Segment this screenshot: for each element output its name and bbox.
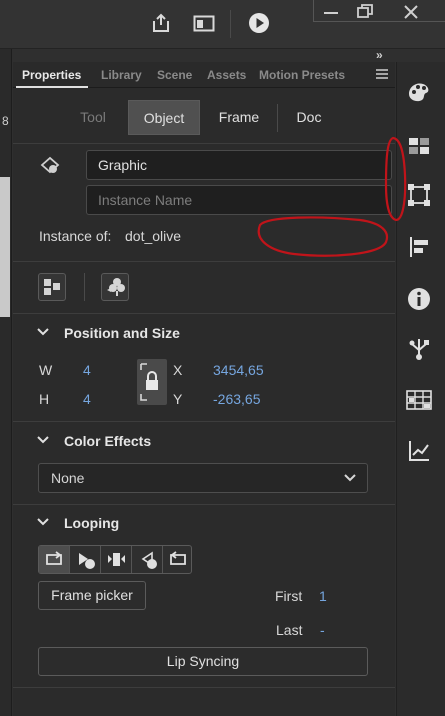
active-tab-indicator bbox=[16, 86, 88, 88]
section-divider bbox=[13, 687, 395, 688]
play-once-icon bbox=[79, 553, 95, 569]
play-once-button[interactable] bbox=[70, 546, 101, 573]
edit-symbol-button[interactable] bbox=[101, 273, 129, 301]
chart-icon[interactable] bbox=[405, 437, 433, 465]
chevron-down-icon bbox=[344, 474, 356, 482]
icon-separator bbox=[84, 273, 85, 301]
symbol-library-icon bbox=[107, 278, 125, 296]
tab-library[interactable]: Library bbox=[101, 68, 142, 82]
collapse-panels-icon[interactable]: » bbox=[376, 48, 383, 62]
last-frame-value[interactable]: - bbox=[320, 622, 325, 638]
swap-icon bbox=[44, 279, 60, 295]
loop-reverse-button[interactable] bbox=[163, 546, 194, 573]
hamburger-icon[interactable] bbox=[376, 69, 388, 79]
frame-picker-button[interactable]: Frame picker bbox=[38, 581, 146, 610]
minimize-icon[interactable] bbox=[322, 5, 340, 19]
chevron-down-icon[interactable] bbox=[36, 516, 50, 528]
first-frame-label: First bbox=[275, 588, 303, 604]
share-icon[interactable] bbox=[150, 12, 172, 34]
first-frame-value[interactable]: 1 bbox=[319, 588, 327, 604]
chevron-down-icon[interactable] bbox=[36, 326, 50, 338]
tab-assets[interactable]: Assets bbox=[207, 68, 246, 82]
frames-icon[interactable] bbox=[405, 386, 433, 414]
x-label: X bbox=[173, 362, 183, 378]
height-value[interactable]: 4 bbox=[83, 391, 91, 407]
lip-syncing-button[interactable]: Lip Syncing bbox=[38, 647, 368, 676]
graphic-symbol-icon bbox=[40, 156, 60, 174]
tab-scene[interactable]: Scene bbox=[157, 68, 192, 82]
info-icon[interactable] bbox=[405, 285, 433, 313]
section-divider bbox=[13, 421, 395, 422]
section-divider bbox=[13, 313, 395, 314]
swap-symbol-button[interactable] bbox=[38, 273, 66, 301]
restore-icon[interactable] bbox=[356, 3, 374, 19]
play-once-reverse-icon bbox=[141, 551, 157, 569]
toolbar-separator bbox=[230, 10, 231, 38]
y-label: Y bbox=[173, 391, 183, 407]
color-effect-value: None bbox=[51, 470, 85, 486]
annotation-marks bbox=[257, 136, 407, 257]
stage-edge-highlight bbox=[0, 177, 10, 317]
loop-button[interactable] bbox=[39, 546, 70, 573]
panel-toggle-icon[interactable] bbox=[193, 15, 215, 33]
lock-proportions-icon[interactable] bbox=[136, 358, 168, 406]
section-divider bbox=[13, 504, 395, 505]
chevron-down-icon[interactable] bbox=[36, 434, 50, 446]
single-frame-button[interactable] bbox=[101, 546, 132, 573]
last-frame-label: Last bbox=[276, 622, 303, 638]
stage-edge bbox=[0, 49, 12, 716]
close-icon[interactable] bbox=[403, 4, 419, 20]
height-label: H bbox=[39, 391, 50, 407]
segment-object[interactable]: Object bbox=[128, 100, 200, 135]
y-value[interactable]: -263,65 bbox=[213, 391, 260, 407]
ruler-number: 8 bbox=[2, 114, 9, 128]
segment-tool: Tool bbox=[80, 109, 106, 125]
loop-icon bbox=[46, 551, 62, 565]
section-title-looping[interactable]: Looping bbox=[64, 515, 119, 531]
tab-motion-presets[interactable]: Motion Presets bbox=[259, 68, 345, 82]
loop-mode-group bbox=[38, 545, 192, 574]
component-icon[interactable] bbox=[405, 335, 433, 363]
instance-of-label: Instance of: bbox=[39, 228, 112, 244]
loop-reverse-icon bbox=[170, 551, 186, 565]
color-effect-select[interactable]: None bbox=[38, 463, 368, 493]
palette-icon[interactable] bbox=[405, 78, 433, 106]
width-label: W bbox=[39, 362, 53, 378]
play-icon[interactable] bbox=[248, 12, 270, 34]
tab-properties[interactable]: Properties bbox=[22, 68, 81, 82]
section-title-position-size[interactable]: Position and Size bbox=[64, 325, 180, 341]
section-title-color-effects[interactable]: Color Effects bbox=[64, 433, 151, 449]
play-once-reverse-button[interactable] bbox=[132, 546, 163, 573]
width-value[interactable]: 4 bbox=[83, 362, 91, 378]
single-frame-icon bbox=[108, 553, 125, 566]
instance-of-value[interactable]: dot_olive bbox=[125, 228, 181, 244]
x-value[interactable]: 3454,65 bbox=[213, 362, 264, 378]
